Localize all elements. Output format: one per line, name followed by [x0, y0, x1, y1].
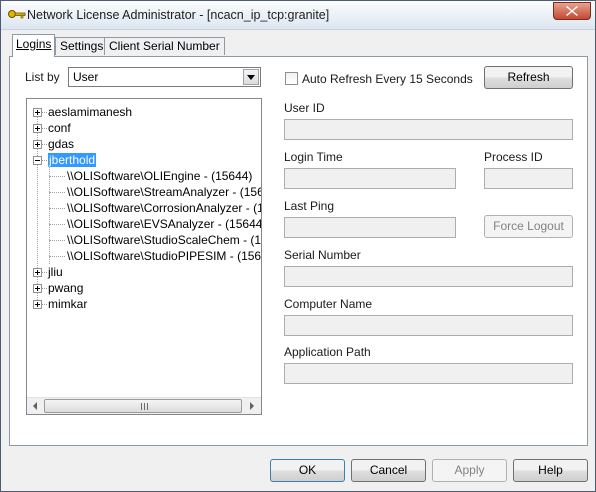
- tree-connector: [49, 176, 65, 177]
- collapse-icon[interactable]: [33, 156, 42, 165]
- tree-item-application[interactable]: \\OLISoftware\OLIEngine - (15644): [67, 168, 252, 184]
- dropdown-arrow-button[interactable]: [243, 69, 259, 85]
- tree-item-user[interactable]: pwang: [48, 280, 83, 296]
- application-path-field: [284, 363, 573, 384]
- tree-connector: [49, 208, 65, 209]
- serial-number-label: Serial Number: [284, 248, 361, 262]
- scroll-right-button[interactable]: [243, 398, 260, 414]
- ok-button[interactable]: OK: [270, 459, 345, 482]
- user-id-field: [284, 119, 573, 140]
- help-button[interactable]: Help: [513, 459, 588, 482]
- tree-item-user[interactable]: gdas: [48, 136, 74, 152]
- list-by-select[interactable]: User: [68, 67, 261, 87]
- tab-settings-label: Settings: [60, 39, 104, 53]
- computer-name-field: [284, 315, 573, 336]
- arrow-right-icon: [250, 402, 254, 410]
- tree-connector: [49, 164, 50, 264]
- refresh-button[interactable]: Refresh: [484, 66, 573, 89]
- tree-item-application[interactable]: \\OLISoftware\CorrosionAnalyzer - (15644…: [67, 200, 261, 216]
- license-admin-window: Network License Administrator - [ncacn_i…: [0, 0, 596, 492]
- list-by-label: List by: [25, 70, 60, 84]
- tab-logins[interactable]: Logins: [12, 34, 56, 57]
- cancel-button[interactable]: Cancel: [351, 459, 426, 482]
- tree-item-user-selected[interactable]: jberthold: [48, 152, 97, 168]
- chevron-down-icon: [247, 75, 255, 80]
- serial-number-field: [284, 266, 573, 287]
- arrow-left-icon: [33, 402, 37, 410]
- last-ping-field: [284, 217, 456, 238]
- users-tree[interactable]: aeslamimanesh conf gdas jberthold \\OLIS…: [26, 98, 262, 415]
- tab-client-serial-number-label: Client Serial Number: [109, 39, 220, 53]
- tree-item-user[interactable]: mimkar: [48, 296, 87, 312]
- tree-connector: [49, 240, 65, 241]
- auto-refresh-label[interactable]: Auto Refresh Every 15 Seconds: [302, 72, 473, 86]
- tree-item-application[interactable]: \\OLISoftware\StudioScaleChem - (15644): [67, 232, 261, 248]
- user-id-label: User ID: [284, 101, 325, 115]
- horizontal-scrollbar[interactable]: [27, 397, 261, 414]
- close-icon: [566, 6, 578, 16]
- tree-item-user[interactable]: jliu: [48, 264, 63, 280]
- tree-connector: [49, 224, 65, 225]
- tree-item-application[interactable]: \\OLISoftware\StudioPIPESIM - (15644): [67, 248, 261, 264]
- expand-icon[interactable]: [33, 268, 42, 277]
- expand-icon[interactable]: [33, 300, 42, 309]
- process-id-label: Process ID: [484, 150, 543, 164]
- tab-client-serial-number[interactable]: Client Serial Number: [104, 37, 225, 55]
- login-time-field: [284, 168, 456, 189]
- scrollbar-thumb[interactable]: [44, 399, 242, 413]
- list-by-value: User: [73, 70, 99, 84]
- application-path-label: Application Path: [284, 345, 371, 359]
- expand-icon[interactable]: [33, 140, 42, 149]
- selected-user-label: jberthold: [48, 153, 97, 167]
- key-icon: [8, 10, 26, 19]
- login-time-label: Login Time: [284, 150, 343, 164]
- tree-item-application[interactable]: \\OLISoftware\EVSAnalyzer - (15644): [67, 216, 261, 232]
- tree-connector: [49, 256, 65, 257]
- tree-item-user[interactable]: aeslamimanesh: [48, 104, 132, 120]
- expand-icon[interactable]: [33, 108, 42, 117]
- computer-name-label: Computer Name: [284, 297, 373, 311]
- apply-button[interactable]: Apply: [432, 459, 507, 482]
- tab-settings[interactable]: Settings: [55, 37, 109, 55]
- tree-item-application[interactable]: \\OLISoftware\StreamAnalyzer - (15644): [67, 184, 261, 200]
- tree-item-user[interactable]: conf: [48, 120, 71, 136]
- force-logout-button[interactable]: Force Logout: [484, 215, 573, 238]
- last-ping-label: Last Ping: [284, 199, 335, 213]
- expand-icon[interactable]: [33, 284, 42, 293]
- auto-refresh-checkbox[interactable]: [285, 72, 298, 85]
- window-title: Network License Administrator - [ncacn_i…: [27, 8, 330, 22]
- close-button[interactable]: [553, 2, 591, 20]
- grip-icon: [141, 403, 148, 410]
- tab-logins-label: Logins: [16, 37, 52, 51]
- expand-icon[interactable]: [33, 124, 42, 133]
- tree-connector: [49, 192, 65, 193]
- scroll-left-button[interactable]: [27, 398, 44, 414]
- process-id-field: [484, 168, 573, 189]
- title-bar[interactable]: Network License Administrator - [ncacn_i…: [1, 1, 595, 30]
